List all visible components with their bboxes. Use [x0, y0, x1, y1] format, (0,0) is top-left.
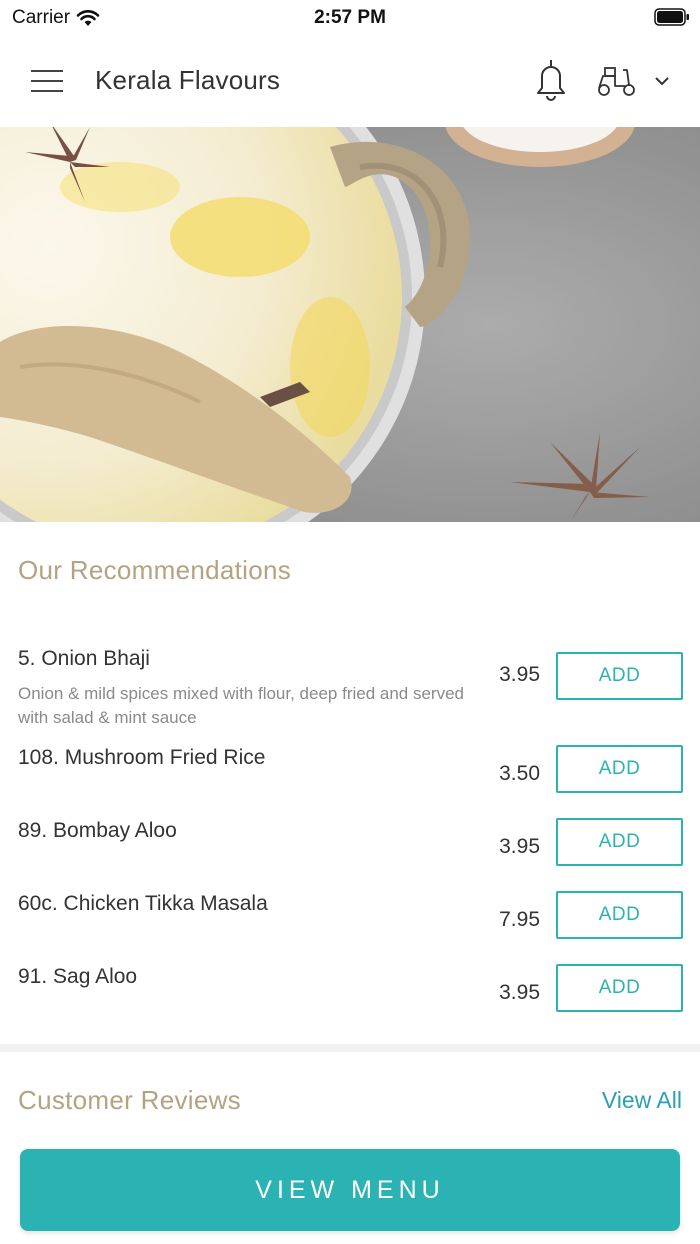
- item-description: Onion & mild spices mixed with flour, de…: [18, 684, 465, 727]
- scooter-icon[interactable]: [595, 64, 637, 98]
- item-price: 3.50: [499, 762, 540, 785]
- hero-food-image: [0, 127, 700, 522]
- add-button[interactable]: ADD: [556, 745, 683, 793]
- reviews-title: Customer Reviews: [18, 1085, 241, 1115]
- item-name: 60c. Chicken Tikka Masala: [18, 892, 268, 915]
- item-price: 3.95: [499, 835, 540, 858]
- status-time: 2:57 PM: [314, 7, 386, 28]
- battery-icon: [654, 8, 689, 26]
- recommendations-title: Our Recommendations: [18, 555, 292, 585]
- item-price: 3.95: [499, 663, 540, 686]
- app-header: Kerala Flavours: [0, 34, 700, 127]
- chevron-down-icon[interactable]: [652, 74, 672, 88]
- item-name: 89. Bombay Aloo: [18, 819, 177, 842]
- restaurant-title: Kerala Flavours: [95, 65, 281, 95]
- status-bar: Carrier 2:57 PM: [0, 0, 700, 34]
- bell-icon[interactable]: [532, 58, 570, 102]
- section-divider: [0, 1044, 700, 1052]
- item-name: 91. Sag Aloo: [18, 965, 138, 988]
- add-button[interactable]: ADD: [556, 818, 683, 866]
- menu-icon[interactable]: [31, 68, 65, 94]
- add-button[interactable]: ADD: [556, 652, 683, 700]
- item-price: 7.95: [499, 908, 540, 931]
- biryani-illustration: [0, 127, 700, 522]
- view-all-reviews-link[interactable]: View All: [602, 1087, 682, 1114]
- item-price: 3.95: [499, 981, 540, 1004]
- add-button[interactable]: ADD: [556, 964, 683, 1012]
- item-name: 108. Mushroom Fried Rice: [18, 746, 266, 769]
- add-button[interactable]: ADD: [556, 891, 683, 939]
- view-menu-button[interactable]: VIEW MENU: [20, 1149, 680, 1231]
- item-name: 5. Onion Bhaji: [18, 647, 150, 670]
